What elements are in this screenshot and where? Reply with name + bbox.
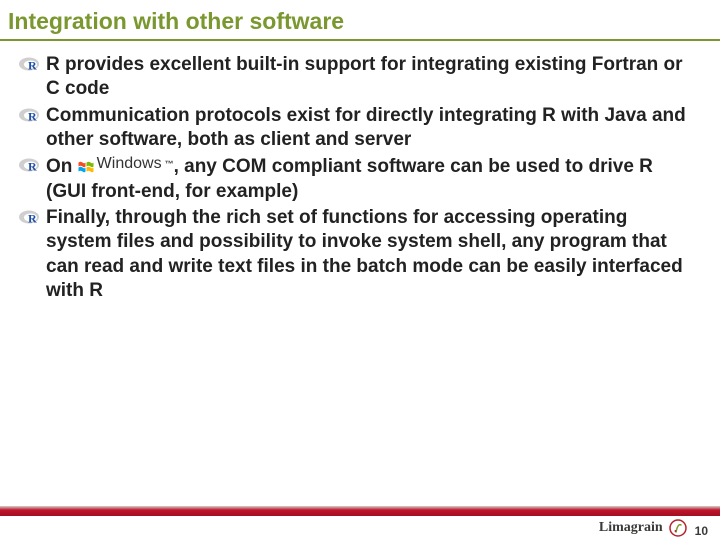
- brand-name: Limagrain: [599, 520, 663, 536]
- footer: Limagrain 10: [599, 518, 708, 538]
- svg-text:R: R: [28, 59, 37, 73]
- windows-badge: Windows™: [78, 154, 174, 174]
- list-item: R Communication protocols exist for dire…: [18, 104, 698, 153]
- r-logo-icon: R: [18, 156, 40, 174]
- slide: Integration with other software R R prov…: [0, 0, 720, 540]
- bullet-prefix: On: [46, 156, 78, 177]
- page-number: 10: [695, 524, 708, 538]
- list-item: R R provides excellent built-in support …: [18, 53, 698, 102]
- windows-label: Windows: [97, 154, 162, 174]
- footer-strip: [0, 506, 720, 516]
- brand-logo-icon: [669, 519, 687, 537]
- list-item: R On Windows™ , any COM compliant softwa…: [18, 154, 698, 204]
- r-logo-icon: R: [18, 106, 40, 124]
- page-title: Integration with other software: [0, 0, 720, 41]
- windows-flag-icon: [78, 157, 94, 171]
- r-logo-icon: R: [18, 208, 40, 226]
- r-logo-icon: R: [18, 55, 40, 73]
- list-item: R Finally, through the rich set of funct…: [18, 206, 698, 303]
- svg-text:R: R: [28, 160, 37, 174]
- svg-text:R: R: [28, 212, 37, 226]
- content-area: R R provides excellent built-in support …: [0, 53, 720, 540]
- bullet-list: R R provides excellent built-in support …: [18, 53, 698, 303]
- bullet-text: R provides excellent built-in support fo…: [46, 54, 683, 99]
- trademark-icon: ™: [165, 159, 174, 171]
- bullet-text: Finally, through the rich set of functio…: [46, 207, 683, 301]
- bullet-text: Communication protocols exist for direct…: [46, 105, 686, 150]
- svg-text:R: R: [28, 109, 37, 123]
